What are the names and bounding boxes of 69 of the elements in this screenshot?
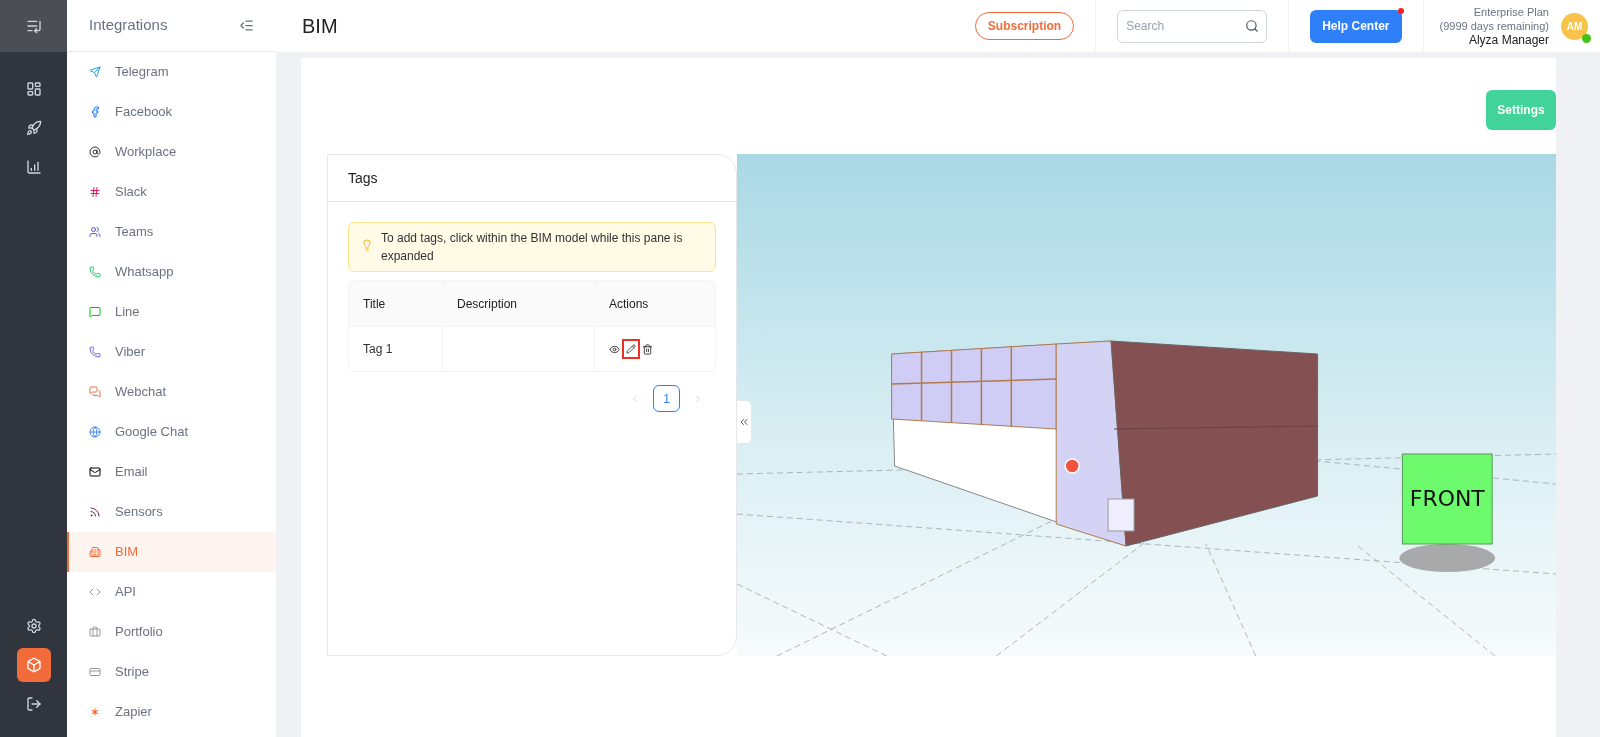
column-header: Actions — [594, 281, 715, 326]
bim-viewer[interactable]: FRONT — [737, 154, 1556, 656]
column-header: Description — [442, 281, 594, 326]
sidebar-title: Integrations — [89, 15, 168, 36]
signal-icon — [89, 506, 101, 518]
sidebar-item[interactable]: Line — [67, 292, 276, 332]
tag-marker[interactable] — [1064, 458, 1080, 474]
view-cube[interactable]: FRONT — [1401, 453, 1493, 545]
page-button[interactable]: 1 — [653, 385, 680, 412]
cube-button[interactable] — [16, 648, 51, 682]
pane-title: Tags — [348, 168, 378, 188]
page-title: BIM — [302, 14, 338, 39]
asterisk-icon — [89, 706, 101, 718]
plan-name: Enterprise Plan — [1473, 5, 1549, 19]
search-field[interactable]: Search — [1117, 9, 1268, 43]
card-icon — [89, 666, 101, 678]
facebook-icon — [89, 106, 101, 118]
user-name: Alyza Manager — [1468, 33, 1549, 47]
column-header: Title — [362, 295, 387, 313]
sidebar-item[interactable]: Sensors — [67, 492, 276, 532]
sidebar-item[interactable]: Portfolio — [67, 612, 276, 652]
sidebar-item[interactable]: Webchat — [67, 372, 276, 412]
sidebar-item[interactable]: Google Chat — [67, 412, 276, 452]
double-chevron-icon — [738, 416, 750, 428]
sidebar-item[interactable]: Workplace — [67, 132, 276, 172]
help-center-button[interactable]: Help Center — [1310, 9, 1402, 43]
edit-button[interactable] — [622, 339, 640, 359]
expand-menu-button[interactable] — [25, 18, 42, 34]
chat-bubbles-icon — [89, 386, 101, 398]
sidebar-item[interactable]: Email — [67, 452, 276, 492]
at-sign-icon — [89, 146, 101, 158]
building-icon — [89, 546, 101, 558]
chart-icon — [25, 159, 42, 175]
view-icon[interactable] — [609, 343, 620, 355]
collapse-sidebar-button[interactable] — [239, 18, 254, 33]
sidebar-item[interactable]: BIM — [67, 532, 276, 572]
logout-icon — [25, 696, 42, 712]
rocket-icon — [25, 120, 42, 136]
sidebar-item[interactable]: Slack — [67, 172, 276, 212]
mail-icon — [89, 466, 101, 478]
sidebar-item[interactable]: Viber — [67, 332, 276, 372]
cube-icon — [25, 657, 42, 673]
globe-icon — [89, 426, 101, 438]
menu-icon — [25, 18, 42, 34]
sidebar-item[interactable]: API — [67, 572, 276, 612]
sidebar-item[interactable]: Stripe — [67, 652, 276, 692]
pencil-icon — [626, 344, 636, 354]
people-icon — [89, 226, 101, 238]
lightbulb-icon — [361, 239, 373, 251]
table-cell-text: Tag 1 — [362, 341, 394, 358]
settings-icon — [25, 618, 42, 634]
sidebar-item[interactable]: Telegram — [67, 52, 276, 92]
days-remaining: (9999 days remaining) — [1439, 19, 1549, 33]
collapse-icon — [239, 18, 254, 33]
chat-bubble-icon — [89, 306, 101, 318]
phone-icon — [89, 266, 101, 278]
dashboard-icon — [25, 81, 42, 97]
search-icon — [1245, 18, 1260, 33]
sidebar-item[interactable]: Teams — [67, 212, 276, 252]
code-icon — [89, 586, 101, 598]
hash-icon — [89, 186, 101, 198]
paper-plane-icon — [89, 66, 101, 78]
delete-icon[interactable] — [642, 343, 653, 355]
phone-icon — [89, 346, 101, 358]
hint-text: To add tags, click within the BIM model while this pane is expanded — [381, 230, 684, 265]
sidebar-item[interactable]: Zapier — [67, 692, 276, 732]
sidebar-item[interactable]: Whatsapp — [67, 252, 276, 292]
briefcase-icon — [89, 626, 101, 638]
sidebar-item[interactable]: Facebook — [67, 92, 276, 132]
